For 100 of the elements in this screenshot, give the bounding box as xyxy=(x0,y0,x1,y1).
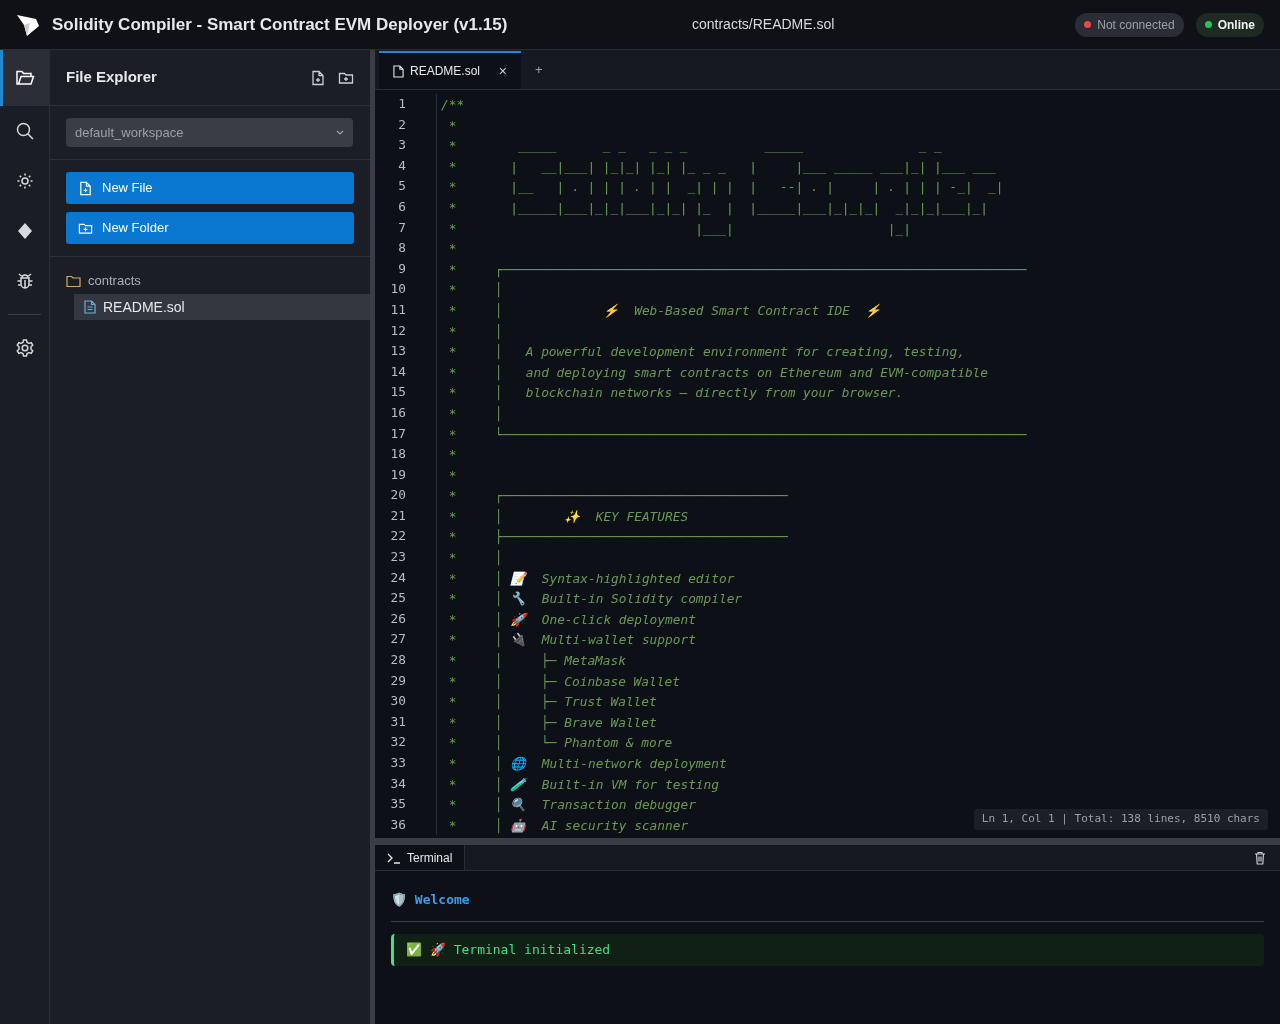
status-badge: Not connected xyxy=(1075,12,1184,37)
file-path: contracts/README.sol xyxy=(692,15,835,34)
code-line: * │ ├─ MetaMask xyxy=(447,653,626,669)
editor-tab[interactable]: README.sol × xyxy=(379,51,521,89)
line-number: 25 xyxy=(389,589,407,608)
new-tab-button[interactable]: + xyxy=(535,59,543,80)
line-number: 14 xyxy=(389,362,407,381)
folder-icon xyxy=(66,274,81,288)
terminal-heading: 🛡 Welcome xyxy=(391,892,470,907)
code-line: * │ xyxy=(447,323,503,339)
code-line: * │ 🔍 Transaction debugger xyxy=(447,797,696,813)
line-number: 17 xyxy=(389,424,407,443)
code-line: * ┌──────────────────────────────────────────────────────────────────── xyxy=(447,261,1027,277)
line-number: 5 xyxy=(397,177,407,196)
line-number: 28 xyxy=(389,651,407,670)
terminal-icon xyxy=(387,851,401,864)
trash-icon[interactable] xyxy=(1254,850,1266,865)
folder-icon xyxy=(14,68,35,88)
code-line: * |__ | . | | | . | | _| | | | --| . | | . | | | -_| _| xyxy=(447,179,1004,195)
line-number: 10 xyxy=(389,280,407,299)
line-number: 3 xyxy=(397,136,407,155)
line-number: 8 xyxy=(397,239,407,258)
line-number: 7 xyxy=(397,218,407,237)
code-line: * │ and deploying smart contracts on Ethereum and EVM-compatible xyxy=(447,364,988,380)
code-line: /** xyxy=(441,97,465,112)
file-icon xyxy=(393,64,404,78)
settings-icon xyxy=(14,338,35,358)
code-line: * │ ⚡ Web-Based Smart Contract IDE ⚡ xyxy=(447,302,882,318)
code-line: * ├───────────────────────────────────── xyxy=(447,529,788,545)
tree-item[interactable]: contracts xyxy=(66,268,370,294)
line-number: 22 xyxy=(389,527,407,546)
code-line: * │ 🤖 AI security scanner xyxy=(447,817,689,833)
line-number: 21 xyxy=(389,506,407,525)
line-number: 34 xyxy=(389,774,407,793)
new-file-button[interactable]: New File xyxy=(66,172,354,204)
line-number: 33 xyxy=(389,754,407,772)
line-number: 30 xyxy=(389,692,407,711)
line-number: 19 xyxy=(389,465,407,484)
file-plus-icon xyxy=(78,180,93,196)
code-line: * │ 🧪 Built-in VM for testing xyxy=(447,776,719,792)
code-line: * │ ├─ Brave Wallet xyxy=(447,714,657,730)
line-number: 6 xyxy=(397,197,407,216)
activity-button[interactable] xyxy=(0,50,49,106)
new-folder-button[interactable]: New Folder xyxy=(66,212,354,244)
code-line: * │ xyxy=(447,282,503,298)
workspace-select[interactable]: default_workspace xyxy=(66,118,353,147)
code-line: * │ xyxy=(447,405,503,421)
line-number: 11 xyxy=(389,300,407,319)
code-line: * │ ✨ KEY FEATURES xyxy=(447,508,689,524)
line-number: 2 xyxy=(397,115,407,134)
chevron-down-icon xyxy=(336,129,344,136)
code-line: * |___| |_| xyxy=(447,220,911,236)
code-line: * |_____|___|_|_|___|_|_| |_ | |_____|___|_|_|_| _|_|_|___|_| xyxy=(447,199,988,215)
code-line: * xyxy=(447,241,457,257)
line-number: 13 xyxy=(389,342,407,361)
line-number: 27 xyxy=(389,630,407,649)
close-button[interactable]: × xyxy=(498,60,507,82)
code-line: * │ xyxy=(447,550,503,566)
line-number: 31 xyxy=(389,712,407,731)
code-line: * │ blockchain networks — directly from your browser. xyxy=(447,385,904,401)
panel-title: File Explorer xyxy=(66,67,157,88)
code-line: * │ 🌐 Multi-network deployment xyxy=(447,756,727,771)
line-number: 20 xyxy=(389,486,407,505)
terminal-tab[interactable]: Terminal xyxy=(375,845,466,870)
line-number: 1 xyxy=(397,95,407,113)
line-number: 16 xyxy=(389,403,407,422)
code-line: * ┌───────────────────────────────────── xyxy=(447,488,788,504)
line-number: 26 xyxy=(389,609,407,628)
code-line: * │ ├─ Coinbase Wallet xyxy=(447,673,680,689)
code-line: * └──────────────────────────────────────────────────────────────────── xyxy=(447,426,1027,442)
cursor-status: Ln 1, Col 1 | Total: 138 lines, 8510 chars xyxy=(973,809,1268,830)
file-icon xyxy=(84,300,96,314)
logo-icon xyxy=(16,12,40,37)
code-line: * │ └─ Phantom & more xyxy=(447,735,673,751)
line-number: 32 xyxy=(389,733,407,752)
line-number: 12 xyxy=(389,321,407,340)
line-number: 9 xyxy=(397,259,407,278)
code-line: * xyxy=(447,447,457,463)
line-number: 15 xyxy=(389,383,407,402)
code-line: * | __|___| |_|_| |_| |_ _ _ | |___ _____ ___|_| |___ ___ xyxy=(447,158,996,174)
new-file-icon[interactable] xyxy=(310,69,326,86)
line-number: 29 xyxy=(389,671,407,690)
app-title: Solidity Compiler - Smart Contract EVM Deployer (v1.15) xyxy=(52,13,509,36)
code-line: * │ A powerful development environment for creating, testing, xyxy=(447,344,965,360)
line-number: 35 xyxy=(389,795,407,814)
line-number: 23 xyxy=(389,548,407,567)
code-line: * │ 🚀 One-click deployment xyxy=(447,611,696,627)
code-line: * │ 🔧 Built-in Solidity compiler xyxy=(447,591,743,607)
tree-item[interactable]: README.sol xyxy=(74,294,370,320)
line-number: 18 xyxy=(389,445,407,464)
line-number: 4 xyxy=(397,156,407,175)
line-number: 36 xyxy=(389,815,407,834)
code-line: * xyxy=(447,117,457,133)
status-badge: Online xyxy=(1195,12,1264,37)
log-entry: ✅ 🚀 Terminal initialized xyxy=(391,934,1264,966)
code-line: * │ ├─ Trust Wallet xyxy=(447,694,657,710)
line-number: 24 xyxy=(389,568,407,587)
code-line: * xyxy=(447,467,457,483)
code-line: * │ 🔌 Multi-wallet support xyxy=(447,632,696,648)
code-line: * _____ _ _ _ _ _ _____ _ _ xyxy=(447,138,942,154)
